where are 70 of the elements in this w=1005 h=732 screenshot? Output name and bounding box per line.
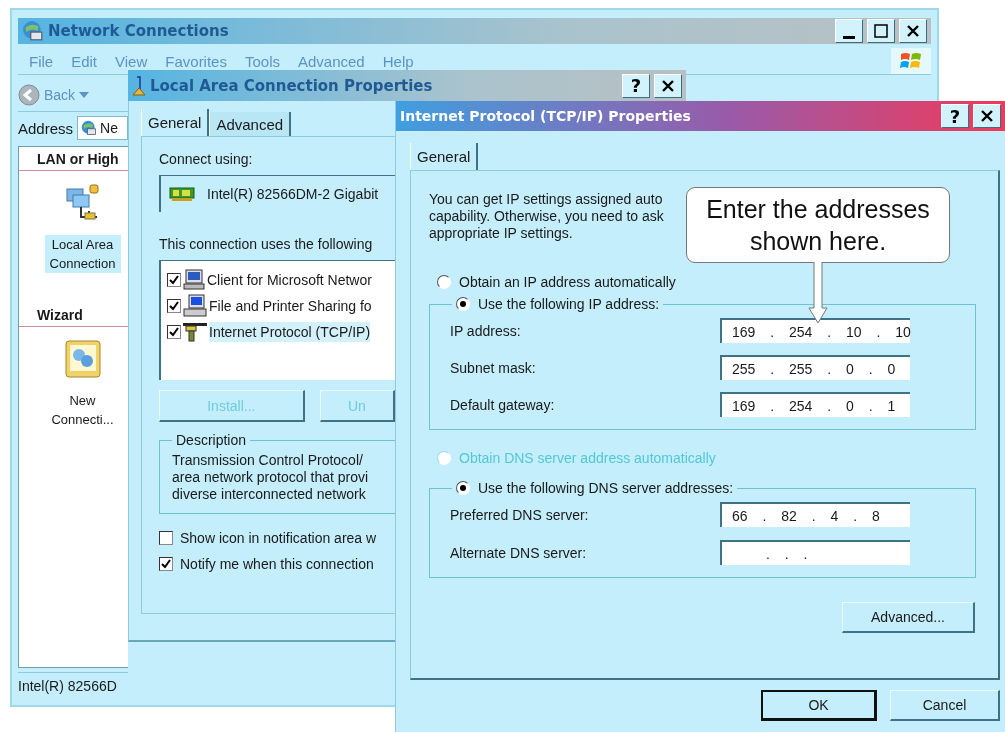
window-title: Network Connections — [48, 22, 230, 40]
close-button[interactable] — [899, 19, 927, 43]
description-legend: Description — [172, 432, 251, 448]
status-bar: Intel(R) 82566D — [18, 672, 128, 699]
field-label: IP address: — [450, 322, 522, 339]
address-label: Address — [18, 119, 74, 137]
cancel-button[interactable]: Cancel — [890, 690, 1000, 721]
field-label: Alternate DNS server: — [450, 544, 588, 561]
minimize-icon — [843, 35, 855, 39]
minimize-button[interactable] — [835, 19, 863, 43]
radio-label: Obtain DNS server address automatically — [459, 450, 716, 466]
network-icon — [22, 20, 44, 42]
computer-icon — [183, 294, 207, 318]
network-plug-icon — [183, 321, 207, 343]
field-label: Preferred DNS server: — [450, 506, 590, 523]
radio-button[interactable] — [437, 275, 451, 289]
radio-button[interactable] — [456, 481, 470, 495]
close-button[interactable] — [654, 73, 682, 98]
network-icon — [81, 120, 98, 136]
help-button[interactable]: ? — [941, 104, 969, 128]
component-item[interactable]: File and Printer Sharing fo — [209, 296, 372, 316]
adapter-field: Intel(R) 82566DM-2 Gigabit — [159, 175, 395, 212]
component-item[interactable]: Internet Protocol (TCP/IP) — [209, 322, 371, 342]
dialog-title: Local Area Connection Properties — [150, 76, 434, 95]
ip-address-field[interactable]: 169 . 254 . 0 . 1 — [720, 392, 910, 417]
help-button[interactable]: ? — [622, 73, 650, 98]
radio-label: Use the following DNS server addresses: — [478, 480, 734, 496]
callout-arrow — [808, 262, 828, 324]
windows-logo-icon — [900, 51, 922, 71]
advanced-button[interactable]: Advanced... — [842, 602, 975, 633]
address-field[interactable]: Ne — [77, 116, 128, 140]
ip-address-field[interactable]: 169 . 254 . 10 . 10 — [720, 318, 910, 343]
field-label: Default gateway: — [450, 396, 556, 413]
connection-item[interactable]: New Connecti... — [44, 391, 121, 429]
intro-text: You can get IP settings assigned auto capability. Otherwise, you need to ask appropriate IP settings. — [429, 191, 664, 242]
radio-button[interactable] — [456, 297, 470, 311]
field-label: Subnet mask: — [450, 359, 537, 376]
close-icon — [980, 109, 994, 123]
component-item[interactable]: Client for Microsoft Networ — [207, 270, 372, 290]
tab[interactable]: General — [141, 109, 210, 136]
ok-button[interactable]: OK — [761, 690, 877, 721]
connect-using-label: Connect using: — [159, 151, 254, 167]
ip-address-field[interactable]: 255 . 255 . 0 . 0 — [720, 355, 910, 380]
checkbox[interactable] — [167, 273, 181, 287]
option-label: Show icon in notification area w — [180, 530, 377, 546]
radio-label: Use the following IP address: — [478, 296, 660, 312]
wizard-icon — [62, 339, 103, 379]
radio-label: Obtain an IP address automatically — [459, 274, 676, 290]
computer-icon — [183, 269, 205, 291]
dns-address-field[interactable]: 66 . 82 . 4 . 8 — [720, 502, 910, 527]
checkbox[interactable] — [167, 325, 181, 339]
checkbox[interactable] — [167, 299, 181, 313]
maximize-button[interactable] — [867, 19, 895, 43]
description-text: Transmission Control Protocol/ area network protocol that provi diverse interconnected network — [172, 451, 370, 503]
tab[interactable]: Advanced — [209, 112, 292, 136]
network-card-icon — [169, 186, 195, 202]
checkbox[interactable] — [159, 557, 173, 571]
caret-icon[interactable] — [79, 92, 90, 98]
maximize-icon — [874, 24, 888, 38]
dns-address-field[interactable]: . . . — [720, 540, 910, 565]
close-icon — [906, 24, 920, 38]
connection-item[interactable]: Local Area Connection — [44, 235, 121, 273]
checkbox[interactable] — [159, 531, 173, 545]
close-button[interactable] — [973, 104, 1001, 128]
option-label: Notify me when this connection — [180, 556, 374, 572]
tab[interactable]: General — [410, 143, 479, 170]
close-icon — [661, 78, 675, 93]
callout: Enter the addresses shown here. — [686, 187, 950, 263]
components-label: This connection uses the following — [159, 236, 374, 252]
dialog-title: Internet Protocol (TCP/IP) Properties — [400, 108, 692, 124]
